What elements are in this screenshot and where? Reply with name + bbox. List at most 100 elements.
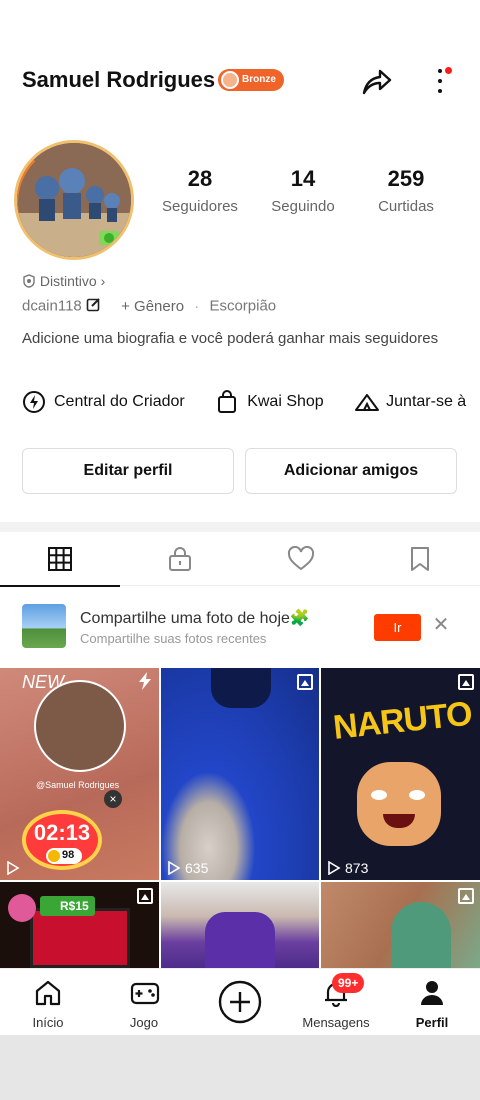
nav-game-label: Jogo bbox=[129, 1015, 159, 1030]
coin-pill: 98 bbox=[46, 848, 82, 864]
following-count: 14 bbox=[290, 166, 316, 191]
flamengo-banner bbox=[30, 908, 130, 968]
bottom-navigation: Início Jogo 99+ Mensagens Perfil bbox=[0, 968, 480, 1035]
profile-info-row: dcain118 + Gênero · Escorpião bbox=[22, 297, 276, 315]
timer-text: 02:13 bbox=[33, 820, 91, 845]
tab-posts[interactable] bbox=[0, 532, 120, 587]
nav-profile-label: Perfil bbox=[415, 1015, 449, 1030]
user-id: dcain118 bbox=[22, 297, 82, 315]
profile-screen: Samuel Rodrigues Bronze 28 Seguidores 14… bbox=[0, 0, 480, 1035]
play-icon bbox=[168, 860, 181, 876]
post-tile[interactable] bbox=[321, 882, 480, 968]
active-tab-indicator bbox=[0, 585, 120, 587]
banner-thumbnail bbox=[22, 604, 66, 648]
lightning-icon bbox=[139, 672, 151, 690]
creator-center-label: Central do Criador bbox=[54, 393, 185, 410]
tent-icon bbox=[355, 394, 380, 411]
image-type-icon bbox=[297, 674, 313, 690]
coin-icon bbox=[48, 850, 60, 862]
person-icon bbox=[421, 981, 443, 1005]
lightning-icon bbox=[23, 391, 45, 413]
followers-count: 28 bbox=[187, 166, 213, 191]
eye-left bbox=[371, 790, 387, 800]
bookmark-icon bbox=[411, 547, 429, 571]
followers-label: Seguidores bbox=[162, 198, 238, 215]
share-arrow-icon bbox=[362, 69, 392, 95]
post-tile[interactable]: R$15 bbox=[0, 882, 159, 968]
banner-subtitle: Compartilhe suas fotos recentes bbox=[80, 631, 267, 646]
stat-following[interactable]: 14 Seguindo bbox=[253, 166, 353, 215]
more-dot-icon bbox=[438, 69, 442, 73]
post-tile[interactable] bbox=[161, 882, 319, 968]
tab-private[interactable] bbox=[120, 532, 240, 586]
nav-game[interactable]: Jogo bbox=[96, 969, 192, 1035]
gender-button[interactable]: + Gênero bbox=[121, 298, 184, 315]
nav-messages-label: Mensagens bbox=[302, 1015, 370, 1030]
play-indicator bbox=[6, 860, 24, 876]
messages-badge: 99+ bbox=[332, 973, 365, 993]
profile-name: Samuel Rodrigues bbox=[22, 67, 216, 92]
nav-profile[interactable]: Perfil bbox=[384, 969, 480, 1035]
post-tile[interactable]: NEW @Samuel Rodrigues 02:13 98 × bbox=[0, 668, 159, 880]
naruto-title: NARUTO bbox=[331, 694, 474, 747]
post-image-detail bbox=[211, 668, 271, 708]
view-count: 635 bbox=[167, 860, 208, 876]
distintivo-label: Distintivo bbox=[39, 273, 97, 289]
section-divider bbox=[0, 522, 480, 532]
notification-dot bbox=[445, 67, 452, 74]
nav-home-label: Início bbox=[32, 1015, 64, 1030]
post-image-detail bbox=[391, 902, 451, 968]
share-button[interactable] bbox=[358, 63, 398, 99]
post-image-detail bbox=[205, 912, 275, 968]
view-count-value: 873 bbox=[345, 860, 369, 876]
likes-label: Curtidas bbox=[378, 198, 434, 215]
live-timer-badge[interactable]: 02:13 98 bbox=[22, 810, 102, 870]
close-icon[interactable]: ✕ bbox=[430, 614, 452, 636]
heart-icon bbox=[287, 546, 315, 571]
money-value: R$15 bbox=[60, 899, 89, 913]
nav-home[interactable]: Início bbox=[0, 969, 96, 1035]
coin-count: 98 bbox=[62, 849, 75, 861]
content-tabs bbox=[0, 532, 480, 587]
nav-create[interactable] bbox=[192, 969, 288, 1035]
more-dot-icon bbox=[438, 89, 442, 93]
post-tile[interactable]: 635 bbox=[161, 668, 319, 880]
tab-liked[interactable] bbox=[240, 532, 360, 586]
stat-followers[interactable]: 28 Seguidores bbox=[150, 166, 250, 215]
grid-icon bbox=[48, 547, 72, 571]
add-friends-button[interactable]: Adicionar amigos bbox=[245, 448, 457, 494]
kwai-shop-link[interactable]: Kwai Shop bbox=[215, 389, 324, 415]
image-type-icon bbox=[458, 888, 474, 904]
join-link[interactable]: Juntar-se à bbox=[354, 389, 466, 415]
quick-links: Central do Criador Kwai Shop Juntar-se à bbox=[22, 389, 480, 419]
close-icon[interactable]: × bbox=[104, 790, 122, 808]
avatar-ring bbox=[17, 143, 131, 257]
zodiac-sign: Escorpião bbox=[209, 297, 277, 315]
nav-messages[interactable]: 99+ Mensagens bbox=[288, 969, 384, 1035]
following-label: Seguindo bbox=[271, 198, 335, 215]
stat-likes[interactable]: 259 Curtidas bbox=[356, 166, 456, 215]
edit-profile-button[interactable]: Editar perfil bbox=[22, 448, 234, 494]
edit-icon[interactable] bbox=[86, 297, 101, 312]
plus-circle-icon bbox=[218, 980, 262, 1024]
shopping-bag-icon bbox=[218, 390, 237, 413]
image-type-icon bbox=[458, 674, 474, 690]
creator-center-link[interactable]: Central do Criador bbox=[22, 389, 185, 415]
distintivo-link[interactable]: Distintivo › bbox=[22, 273, 105, 289]
play-icon bbox=[7, 860, 20, 876]
banner-go-button[interactable]: Ir bbox=[374, 614, 421, 641]
more-options-button[interactable] bbox=[426, 63, 456, 99]
avatar[interactable] bbox=[14, 140, 134, 260]
post-username: @Samuel Rodrigues bbox=[36, 780, 120, 790]
likes-count: 259 bbox=[387, 166, 425, 191]
join-label: Juntar-se à bbox=[386, 393, 467, 410]
bio-placeholder[interactable]: Adicione uma biografia e você poderá gan… bbox=[22, 329, 442, 348]
play-icon bbox=[328, 860, 341, 876]
image-type-icon bbox=[137, 888, 153, 904]
bronze-badge[interactable]: Bronze bbox=[218, 69, 284, 91]
badge-outline-icon bbox=[23, 274, 35, 288]
gamepad-icon bbox=[130, 982, 160, 1005]
post-tile[interactable]: NARUTO 873 bbox=[321, 668, 480, 880]
share-photo-banner[interactable]: Compartilhe uma foto de hoje🧩 Compartilh… bbox=[0, 588, 480, 666]
tab-saved[interactable] bbox=[360, 532, 480, 586]
